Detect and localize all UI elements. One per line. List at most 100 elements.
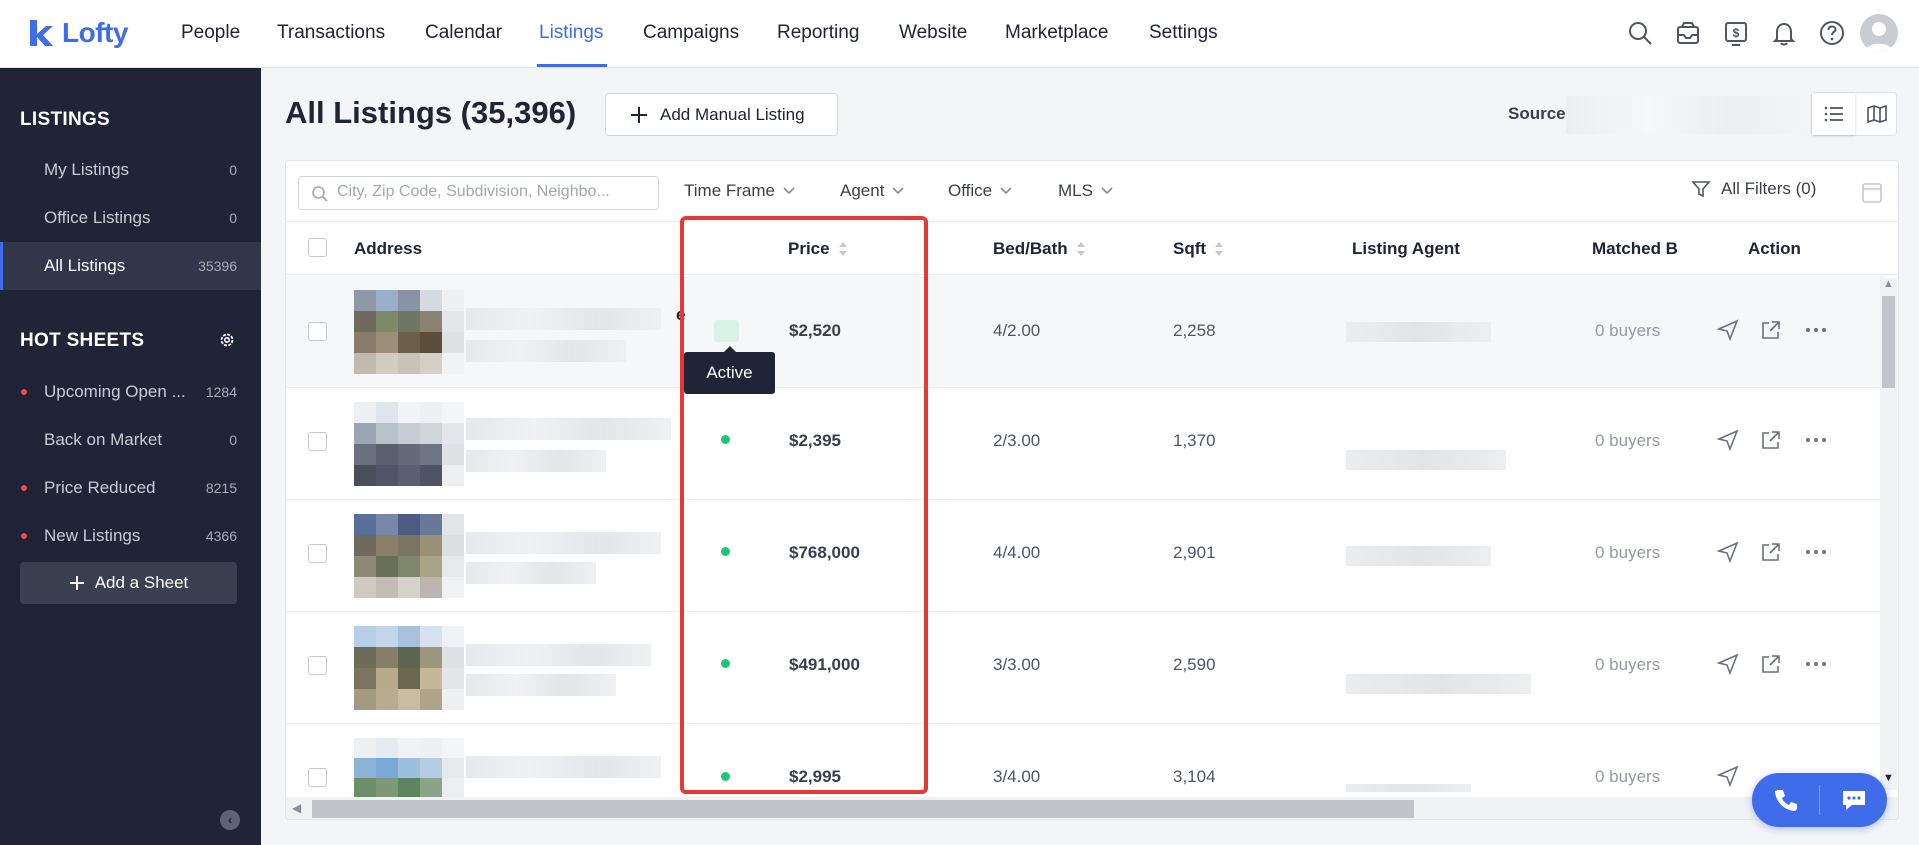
add-manual-listing-button[interactable]: Add Manual Listing bbox=[605, 93, 838, 136]
share-icon[interactable] bbox=[1759, 652, 1783, 676]
mls-filter[interactable]: MLS bbox=[1058, 181, 1113, 201]
inbox-icon[interactable] bbox=[1674, 19, 1702, 47]
sidebar-item-my-listings[interactable]: My Listings 0 bbox=[0, 146, 261, 194]
horizontal-scroll-thumb[interactable] bbox=[312, 800, 1414, 818]
nav-reporting[interactable]: Reporting bbox=[777, 22, 859, 44]
sidebar-item-office-listings[interactable]: Office Listings 0 bbox=[0, 194, 261, 242]
help-icon[interactable] bbox=[1818, 19, 1846, 47]
search-icon[interactable] bbox=[1626, 19, 1654, 47]
listing-thumbnail[interactable] bbox=[354, 514, 464, 598]
office-filter[interactable]: Office bbox=[948, 181, 1012, 201]
vertical-scrollbar[interactable]: ▲ ▼ bbox=[1880, 278, 1897, 790]
map-view-button[interactable] bbox=[1855, 93, 1898, 135]
listing-thumbnail[interactable] bbox=[354, 738, 464, 798]
listing-thumbnail[interactable] bbox=[354, 402, 464, 486]
more-options-icon[interactable] bbox=[1804, 652, 1828, 676]
all-filters-button[interactable]: All Filters (0) bbox=[1691, 179, 1816, 199]
row-checkbox[interactable] bbox=[308, 768, 327, 787]
share-icon[interactable] bbox=[1759, 428, 1783, 452]
column-price[interactable]: Price bbox=[788, 239, 848, 259]
status-active-dot[interactable] bbox=[721, 547, 730, 556]
sidebar-item-new-listings[interactable]: New Listings 4366 bbox=[0, 512, 261, 560]
column-sqft[interactable]: Sqft bbox=[1173, 239, 1224, 259]
matched-buyers[interactable]: 0 buyers bbox=[1595, 321, 1660, 341]
nav-settings[interactable]: Settings bbox=[1149, 22, 1218, 44]
send-icon[interactable] bbox=[1716, 318, 1740, 342]
nav-listings[interactable]: Listings bbox=[539, 22, 603, 44]
send-icon[interactable] bbox=[1716, 764, 1740, 788]
save-view-icon[interactable] bbox=[1858, 179, 1886, 207]
listing-thumbnail[interactable] bbox=[354, 626, 464, 710]
call-button[interactable] bbox=[1752, 773, 1819, 827]
status-active-dot[interactable] bbox=[721, 659, 730, 668]
billing-icon[interactable]: $ bbox=[1722, 19, 1750, 47]
nav-transactions[interactable]: Transactions bbox=[277, 22, 385, 44]
time-frame-filter[interactable]: Time Frame bbox=[684, 181, 795, 201]
table-row[interactable]: $768,000 4/4.00 2,901 0 buyers bbox=[286, 500, 1886, 612]
column-bed-bath[interactable]: Bed/Bath bbox=[993, 239, 1086, 259]
address-line[interactable] bbox=[466, 418, 671, 440]
listing-agent[interactable] bbox=[1346, 322, 1491, 342]
send-icon[interactable] bbox=[1716, 652, 1740, 676]
address-line[interactable] bbox=[466, 532, 661, 554]
address-line[interactable] bbox=[466, 756, 661, 778]
send-icon[interactable] bbox=[1716, 540, 1740, 564]
column-listing-agent[interactable]: Listing Agent bbox=[1352, 239, 1460, 259]
notifications-bell-icon[interactable] bbox=[1770, 19, 1798, 47]
chat-button[interactable] bbox=[1820, 773, 1887, 827]
list-view-button[interactable] bbox=[1812, 93, 1855, 135]
address-line[interactable] bbox=[466, 308, 661, 330]
status-active-dot[interactable] bbox=[721, 435, 730, 444]
listing-agent[interactable] bbox=[1346, 784, 1471, 792]
sidebar-item-all-listings[interactable]: All Listings 35396 bbox=[0, 242, 261, 290]
matched-buyers[interactable]: 0 buyers bbox=[1595, 431, 1660, 451]
column-address[interactable]: Address bbox=[354, 239, 422, 259]
column-matched-buyers[interactable]: Matched B bbox=[1592, 239, 1678, 259]
select-all-checkbox[interactable] bbox=[308, 238, 327, 257]
nav-marketplace[interactable]: Marketplace bbox=[1005, 22, 1109, 44]
send-icon[interactable] bbox=[1716, 428, 1740, 452]
row-checkbox[interactable] bbox=[308, 656, 327, 675]
nav-campaigns[interactable]: Campaigns bbox=[643, 22, 739, 44]
listing-agent[interactable] bbox=[1346, 546, 1491, 566]
status-active-dot[interactable] bbox=[721, 772, 730, 781]
listing-agent[interactable] bbox=[1346, 450, 1506, 470]
gear-icon[interactable] bbox=[218, 331, 236, 349]
add-sheet-button[interactable]: Add a Sheet bbox=[20, 562, 237, 604]
more-options-icon[interactable] bbox=[1804, 428, 1828, 452]
sidebar-item-price-reduced[interactable]: Price Reduced 8215 bbox=[0, 464, 261, 512]
sidebar-item-back-on-market[interactable]: Back on Market 0 bbox=[0, 416, 261, 464]
source-select[interactable] bbox=[1566, 96, 1810, 134]
nav-website[interactable]: Website bbox=[899, 22, 967, 44]
address-line[interactable] bbox=[466, 644, 651, 666]
row-checkbox[interactable] bbox=[308, 544, 327, 563]
horizontal-scrollbar[interactable]: ◀ bbox=[286, 797, 1898, 819]
brand-logo[interactable]: Lofty bbox=[26, 16, 128, 50]
share-icon[interactable] bbox=[1759, 540, 1783, 564]
vertical-scroll-thumb[interactable] bbox=[1882, 296, 1895, 388]
matched-buyers[interactable]: 0 buyers bbox=[1595, 767, 1660, 787]
sidebar-item-upcoming-open[interactable]: Upcoming Open ... 1284 bbox=[0, 368, 261, 416]
table-row[interactable]: e $2,520 4/2.00 2,258 0 buyers bbox=[286, 276, 1886, 388]
matched-buyers[interactable]: 0 buyers bbox=[1595, 543, 1660, 563]
listing-thumbnail[interactable] bbox=[354, 290, 464, 374]
user-avatar[interactable] bbox=[1860, 14, 1898, 52]
scroll-left-arrow-icon[interactable]: ◀ bbox=[292, 801, 301, 815]
collapse-sidebar-button[interactable]: ‹ bbox=[220, 810, 240, 830]
listing-agent[interactable] bbox=[1346, 674, 1531, 694]
scroll-up-arrow-icon[interactable]: ▲ bbox=[1883, 278, 1894, 290]
share-icon[interactable] bbox=[1759, 318, 1783, 342]
nav-calendar[interactable]: Calendar bbox=[425, 22, 502, 44]
matched-buyers[interactable]: 0 buyers bbox=[1595, 655, 1660, 675]
nav-people[interactable]: People bbox=[181, 22, 240, 44]
more-options-icon[interactable] bbox=[1804, 540, 1828, 564]
table-row[interactable]: $2,995 3/4.00 3,104 0 buyers bbox=[286, 724, 1886, 798]
agent-filter[interactable]: Agent bbox=[840, 181, 905, 201]
table-row[interactable]: $2,395 2/3.00 1,370 0 buyers bbox=[286, 388, 1886, 500]
search-box[interactable] bbox=[298, 176, 659, 210]
more-options-icon[interactable] bbox=[1804, 318, 1828, 342]
row-checkbox[interactable] bbox=[308, 432, 327, 451]
table-row[interactable]: $491,000 3/3.00 2,590 0 buyers bbox=[286, 612, 1886, 724]
search-input[interactable] bbox=[337, 183, 652, 201]
row-checkbox[interactable] bbox=[308, 322, 327, 341]
